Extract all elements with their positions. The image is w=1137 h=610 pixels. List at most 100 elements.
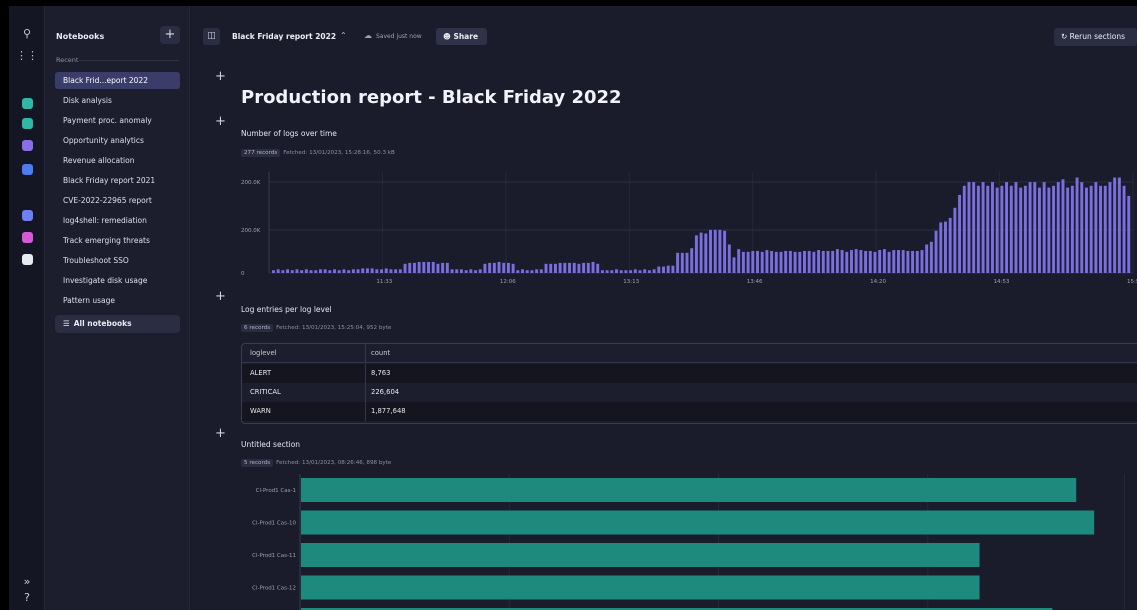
chart-bar [638,270,642,273]
sidebar-notebook-item[interactable]: Opportunity analytics [55,132,180,149]
x-tick-label: 11:33 [376,279,392,285]
share-icon: ☻ [443,32,454,41]
chart-bar [657,266,661,273]
chart-bar [290,270,294,273]
app-icon-6[interactable] [17,228,37,246]
chart-bar [925,244,929,273]
rerun-sections-button[interactable]: ↻ Rerun sections [1054,28,1137,46]
chart-bar [1127,195,1131,273]
chart-bar [1122,185,1126,273]
all-notebooks-label: All notebooks [73,319,132,328]
divider [79,60,179,61]
sidebar-notebook-item[interactable]: Black Friday report 2021 [55,172,180,189]
chart-bar [398,269,402,273]
chart-bar [981,182,985,273]
table-row[interactable]: WARN 1,877,648 [242,402,1137,421]
sidebar-notebook-item[interactable]: Payment proc. anomaly [55,112,180,129]
all-notebooks-button[interactable]: ☰ All notebooks [55,315,180,333]
sidebar-notebook-item[interactable]: log4shell: remediation [55,212,180,229]
section-title: Number of logs over time [241,129,337,138]
chart-bar [351,269,355,273]
column-divider[interactable] [365,344,366,362]
app-icon-3[interactable] [17,136,37,154]
help-icon[interactable]: ? [17,588,37,606]
app-window: ⚲ ⋮⋮ » ? Notebooks + Recent Black Frid..… [9,6,1137,610]
add-notebook-button[interactable]: + [160,26,180,44]
chart-bar [314,270,318,273]
chart-bar [882,249,886,273]
y-tick-label: Cl-Prod1 Cas-1 [256,488,296,494]
chart-bar [934,230,938,273]
chevron-up-icon[interactable]: ⌃ [340,31,347,40]
app-icon-7[interactable] [17,250,37,268]
chart-bar [492,262,496,273]
chart-bar [760,251,764,273]
chart-bar [666,265,670,273]
app-icon-4[interactable] [17,160,37,178]
chart-bar [301,543,980,567]
chart-bar [301,575,980,600]
chart-bar [610,270,614,273]
sidebar-notebook-item[interactable]: Revenue allocation [55,152,180,169]
share-button[interactable]: ☻ Share [436,28,487,45]
chart-bar [1089,185,1093,273]
cloud-icon: ☁ [364,31,372,40]
chart-bar [455,269,459,273]
chart-bar [1085,187,1088,273]
add-section-icon[interactable]: + [215,114,226,129]
add-section-icon[interactable]: + [215,426,226,441]
chart-bar [845,251,849,273]
app-icon-2[interactable] [17,114,37,132]
x-tick-label: 14:53 [994,279,1010,285]
column-header[interactable]: count [371,344,390,363]
search-icon[interactable]: ⚲ [17,24,37,42]
table-row[interactable]: CRITICAL 226,604 [242,383,1137,402]
sidebar-notebook-item[interactable]: CVE-2022-22965 report [55,192,180,209]
chart-bar [502,262,506,273]
chart-bar [605,270,609,273]
app-icon-5[interactable] [17,206,37,224]
chart-bar [690,248,694,273]
chart-bar [412,262,416,273]
add-section-icon[interactable]: + [215,289,226,304]
sidebar-notebook-item[interactable]: Investigate disk usage [55,272,180,289]
chart-bar [892,250,896,273]
column-header[interactable]: loglevel [250,344,277,363]
chart-bar [591,261,595,273]
sidebar-notebook-item[interactable]: Troubleshoot SSO [55,252,180,269]
section-title: Log entries per log level [241,305,332,314]
chart-bar [784,250,788,273]
chart-bar [976,185,980,273]
sidebar-notebook-item[interactable]: Pattern usage [55,292,180,309]
chart-bar [671,265,675,273]
sidebar-notebook-item[interactable]: Black Frid...eport 2022 [55,72,180,89]
notebooks-sidebar: Notebooks + Recent Black Frid...eport 20… [46,6,190,610]
chart-bar [835,249,839,273]
chart-bar [535,269,539,273]
chart-bar [521,269,524,273]
chart-bar [1066,187,1070,273]
chart-bar [323,269,327,273]
chart-bar [511,263,515,273]
chart-bar [864,250,868,273]
notebook-toolbar: ◫ Black Friday report 2022 ⌃ ☁ Saved jus… [191,26,1137,48]
notebook-title[interactable]: Black Friday report 2022 [232,32,336,41]
sidebar-title: Notebooks [56,32,105,41]
chart-bar [506,262,510,273]
column-divider [365,383,366,402]
app-icon-1[interactable] [17,94,37,112]
chart-bar [915,250,919,273]
sidebar-notebook-item[interactable]: Disk analysis [55,92,180,109]
apps-grid-icon[interactable]: ⋮⋮ [16,46,38,64]
panel-toggle-icon[interactable]: ◫ [203,28,220,45]
sidebar-notebook-item[interactable]: Track emerging threats [55,232,180,249]
chart-bar [1009,185,1013,273]
section-title: Untitled section [241,440,301,449]
fetched-info: Fetched: 13/01/2023, 08:26:46, 898 byte [276,460,392,466]
chart-bar [967,182,971,273]
add-section-icon[interactable]: + [215,69,226,84]
chart-bar [304,269,308,273]
table-row[interactable]: ALERT 8,763 [242,364,1137,383]
chart-bar [380,269,384,273]
chart-bar [1103,185,1107,273]
